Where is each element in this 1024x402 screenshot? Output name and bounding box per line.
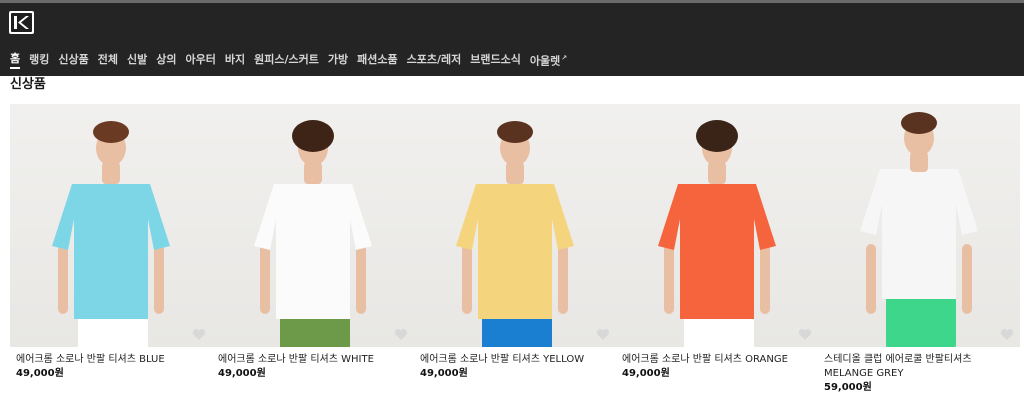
nav-item-dress-skirt[interactable]: 원피스/스커트 bbox=[254, 52, 319, 68]
top-header: 홈 랭킹 신상품 전체 신발 상의 아우터 바지 원피스/스커트 가방 패션소품… bbox=[0, 0, 1024, 76]
product-price: 49,000원 bbox=[16, 368, 64, 379]
nav-item-outerwear[interactable]: 아우터 bbox=[186, 52, 216, 68]
product-name[interactable]: 에어크롬 소로나 반팔 티셔츠 WHITE bbox=[218, 353, 410, 367]
product-card[interactable]: 에어크롬 소로나 반팔 티셔츠 BLUE 49,000원 bbox=[10, 104, 212, 402]
product-card[interactable]: 스테디올 클럽 에어로쿨 반팔티셔츠 MELANGE GREY 59,000원 bbox=[818, 104, 1020, 402]
nav-item-sports-leisure[interactable]: 스포츠/레저 bbox=[407, 52, 462, 68]
model-illustration bbox=[456, 121, 574, 347]
product-price: 49,000원 bbox=[622, 368, 670, 379]
product-image[interactable] bbox=[10, 104, 212, 347]
product-image[interactable] bbox=[818, 104, 1020, 347]
heart-icon[interactable] bbox=[596, 328, 610, 341]
section-title: 신상품 bbox=[10, 77, 46, 92]
external-link-icon: ↗ bbox=[561, 54, 568, 63]
heart-icon[interactable] bbox=[192, 328, 206, 341]
nav-item-ranking[interactable]: 랭킹 bbox=[29, 52, 49, 68]
product-image[interactable] bbox=[616, 104, 818, 347]
product-name[interactable]: 스테디올 클럽 에어로쿨 반팔티셔츠 MELANGE GREY bbox=[824, 353, 1016, 381]
header-rim bbox=[0, 0, 1024, 3]
nav-item-outlet-label: 아울렛 bbox=[529, 54, 561, 68]
nav-item-all[interactable]: 전체 bbox=[98, 52, 118, 68]
kodak-logo-icon[interactable] bbox=[9, 11, 34, 34]
product-name[interactable]: 에어크롬 소로나 반팔 티셔츠 YELLOW bbox=[420, 353, 612, 367]
model-illustration bbox=[52, 121, 170, 347]
model-illustration bbox=[860, 112, 978, 347]
product-image[interactable] bbox=[414, 104, 616, 347]
product-image[interactable] bbox=[212, 104, 414, 347]
product-grid: 에어크롬 소로나 반팔 티셔츠 BLUE 49,000원 에어크롬 소로나 반팔… bbox=[10, 104, 1020, 402]
product-card[interactable]: 에어크롬 소로나 반팔 티셔츠 WHITE 49,000원 bbox=[212, 104, 414, 402]
heart-icon[interactable] bbox=[1000, 328, 1014, 341]
nav-item-brand-news[interactable]: 브랜드소식 bbox=[470, 52, 521, 68]
product-card[interactable]: 에어크롬 소로나 반팔 티셔츠 YELLOW 49,000원 bbox=[414, 104, 616, 402]
nav-item-outlet[interactable]: 아울렛↗ bbox=[530, 50, 567, 70]
heart-icon[interactable] bbox=[394, 328, 408, 341]
product-price: 49,000원 bbox=[218, 368, 266, 379]
nav-item-shoes[interactable]: 신발 bbox=[127, 52, 147, 68]
product-price: 49,000원 bbox=[420, 368, 468, 379]
nav-item-pants[interactable]: 바지 bbox=[225, 52, 245, 68]
nav-item-home[interactable]: 홈 bbox=[10, 51, 21, 69]
nav-item-tops[interactable]: 상의 bbox=[156, 52, 176, 68]
model-illustration bbox=[254, 120, 372, 347]
nav-item-bags[interactable]: 가방 bbox=[328, 52, 348, 68]
nav-item-accessories[interactable]: 패션소품 bbox=[357, 52, 397, 68]
product-card[interactable]: 에어크롬 소로나 반팔 티셔츠 ORANGE 49,000원 bbox=[616, 104, 818, 402]
product-name[interactable]: 에어크롬 소로나 반팔 티셔츠 BLUE bbox=[16, 353, 208, 367]
heart-icon[interactable] bbox=[798, 328, 812, 341]
main-nav: 홈 랭킹 신상품 전체 신발 상의 아우터 바지 원피스/스커트 가방 패션소품… bbox=[10, 50, 576, 70]
product-name[interactable]: 에어크롬 소로나 반팔 티셔츠 ORANGE bbox=[622, 353, 814, 367]
product-price: 59,000원 bbox=[824, 382, 872, 393]
nav-item-new-arrivals[interactable]: 신상품 bbox=[58, 52, 88, 68]
model-illustration bbox=[658, 120, 776, 347]
